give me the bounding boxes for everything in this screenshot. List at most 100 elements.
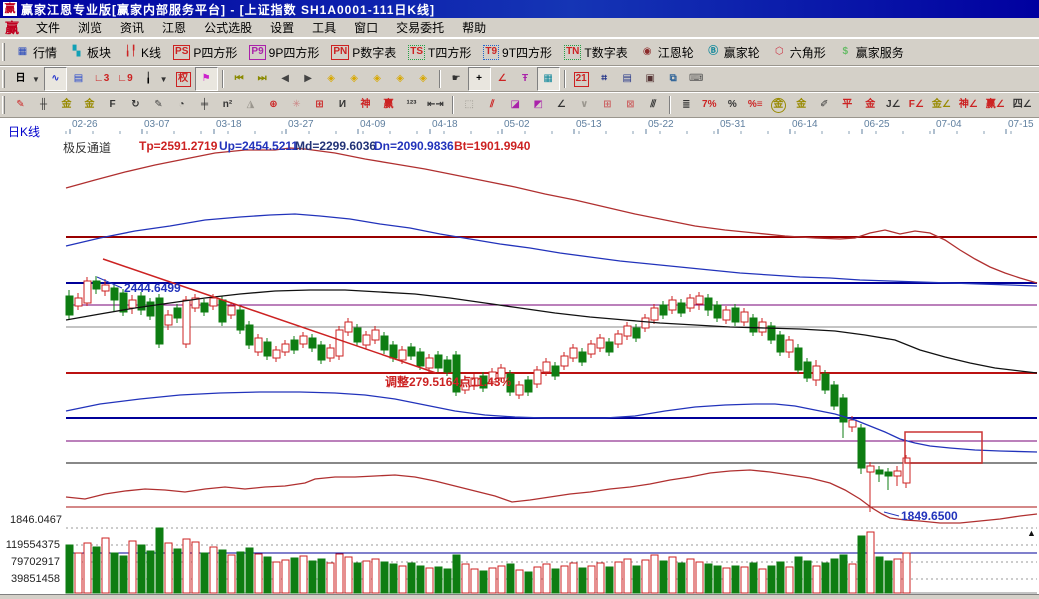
tool-win-gate-button[interactable]: 赢 <box>377 93 400 117</box>
tool-candle-style-button[interactable]: ╽▼ <box>137 67 172 91</box>
tool-gold-lines-button[interactable]: 金 <box>790 93 813 117</box>
tool-crosshair-tool-button[interactable]: + <box>468 67 491 91</box>
tool-volume-flag-button[interactable]: ⚑ <box>195 67 218 91</box>
tool-first-page-button[interactable]: ⏮ <box>228 67 251 91</box>
menu-item-news[interactable]: 资讯 <box>111 17 153 38</box>
tool-pen-button[interactable]: ✎ <box>9 93 32 117</box>
toolbar-grip[interactable] <box>2 70 5 88</box>
tool-t-measure-button[interactable]: Ŧ <box>514 67 537 91</box>
tool-shen-gate-button[interactable]: 神 <box>354 93 377 117</box>
toolbar-button-winner-service[interactable]: $赢家服务 <box>832 40 910 64</box>
tool-step-chart-3-button[interactable]: ∟3 <box>90 67 113 91</box>
tool-grid-box-button[interactable]: ⊞ <box>596 93 619 117</box>
tool-target-circle-button[interactable]: ⊕ <box>262 93 285 117</box>
tool-win-angle-button[interactable]: 赢∠ <box>982 93 1009 117</box>
toolbar-button-t-square[interactable]: TST四方形 <box>402 40 477 64</box>
tool-gold-underline-button[interactable]: 金 <box>859 93 882 117</box>
tool-list-tool-button[interactable]: ≣ <box>675 93 698 117</box>
tool-next-bar-button[interactable]: ▶ <box>297 67 320 91</box>
tool-save-button[interactable]: ▣ <box>639 67 662 91</box>
toolbar-grip[interactable] <box>2 96 5 114</box>
tool-step-chart-9-button[interactable]: ∟9 <box>113 67 136 91</box>
tool-gold-angle-button[interactable]: 金∠ <box>928 93 955 117</box>
toolbar-button-sectors[interactable]: ▚板块 <box>63 40 117 64</box>
kline-chart[interactable]: 02-2603-0703-1803-2704-0904-1805-0205-13… <box>0 118 1039 594</box>
tool-resistance-mark-button[interactable]: И <box>331 93 354 117</box>
tool-shen-angle-button[interactable]: 神∠ <box>955 93 982 117</box>
tool-last-page-button[interactable]: ⏭ <box>251 67 274 91</box>
chart-annotation[interactable]: 调整279.5164点11.43% <box>385 374 511 389</box>
indicator-name-label[interactable]: 极反通道 <box>63 139 111 156</box>
tool-spiral-button[interactable]: ↻ <box>124 93 147 117</box>
tool-angle-lines-button[interactable]: ∠ <box>550 93 573 117</box>
tool-shift-left-button[interactable]: ◈ <box>320 67 343 91</box>
tool-zoom-reset-button[interactable]: ◈ <box>412 67 435 91</box>
tool-notes-button[interactable]: ▤ <box>616 67 639 91</box>
menu-item-file[interactable]: 文件 <box>27 17 69 38</box>
menu-item-browse[interactable]: 浏览 <box>69 17 111 38</box>
toolbar-button-quotes[interactable]: ▦行情 <box>9 40 63 64</box>
tool-spider-web-button[interactable]: ✳ <box>285 93 308 117</box>
tool-restore-rights-button[interactable]: 权 <box>172 67 195 91</box>
tool-info-doc-button[interactable]: ▤ <box>67 67 90 91</box>
tool-fan-box-button[interactable]: ◪ <box>504 93 527 117</box>
tool-circle-thirds-button[interactable]: ◔ <box>170 93 193 117</box>
tool-ruler-123-button[interactable]: ¹²³ <box>400 93 423 117</box>
tool-fan-box-2-button[interactable]: ◩ <box>527 93 550 117</box>
tool-f-gate-button[interactable]: F <box>101 93 124 117</box>
title-bar[interactable]: 赢 赢家江恩专业版[赢家内部服务平台] - [上证指数 SH1A0001-111… <box>0 0 1039 18</box>
tool-gold-gate-1-button[interactable]: 金 <box>55 93 78 117</box>
menu-item-gann[interactable]: 江恩 <box>153 17 195 38</box>
scroll-marker-icon[interactable]: ▲ <box>1027 528 1036 538</box>
tool-network-button[interactable]: ⧉ <box>662 67 685 91</box>
chart-annotation[interactable]: 2444.6499 <box>124 281 181 295</box>
tool-v-lines-button[interactable]: ∨ <box>573 93 596 117</box>
toolbar-button-p-digit-table[interactable]: PNP数字表 <box>325 40 402 64</box>
menu-item-settings[interactable]: 设置 <box>261 17 303 38</box>
tool-gold-gate-2-button[interactable]: 金 <box>78 93 101 117</box>
tool-zoom-out-button[interactable]: ◈ <box>366 67 389 91</box>
toolbar-button-t-digit-table[interactable]: TNT数字表 <box>558 40 634 64</box>
menu-item-window[interactable]: 窗口 <box>345 17 387 38</box>
menu-item-help[interactable]: 帮助 <box>453 17 495 38</box>
tool-prev-bar-button[interactable]: ◀ <box>274 67 297 91</box>
tool-calculator-button[interactable]: ⌗ <box>593 67 616 91</box>
tool-angle-measure-button[interactable]: ∠ <box>491 67 514 91</box>
toolbar-button-p-square[interactable]: PSP四方形 <box>167 40 243 64</box>
tool-f-angle-button[interactable]: F∠ <box>905 93 928 117</box>
tool-box-select-button[interactable]: ⬚ <box>458 93 481 117</box>
tool-parallel-lines-button[interactable]: ⫻ <box>642 93 665 117</box>
tool-pen-candle-button[interactable]: ✐ <box>813 93 836 117</box>
tool-grid-box-2-button[interactable]: ⊠ <box>619 93 642 117</box>
tool-shift-right-button[interactable]: ◈ <box>343 67 366 91</box>
chart-area[interactable]: 02-2603-0703-1803-2704-0904-1805-0205-13… <box>0 118 1039 594</box>
toolbar-button-winner-wheel[interactable]: Ⓑ赢家轮 <box>700 40 766 64</box>
tool-span-measure-button[interactable]: ⇤⇥ <box>423 93 448 117</box>
toolbar-button-9p-square[interactable]: P99P四方形 <box>243 40 325 64</box>
tool-percent-button[interactable]: % <box>721 93 744 117</box>
tool-n-square-button[interactable]: n² <box>216 93 239 117</box>
tool-gann-lines-button[interactable]: ╫ <box>32 93 55 117</box>
toolbar-button-gann-wheel[interactable]: ◉江恩轮 <box>634 40 700 64</box>
tool-hand-tool-button[interactable]: ☛ <box>445 67 468 91</box>
tool-web-box-button[interactable]: ⊞ <box>308 93 331 117</box>
tool-remote-pc-button[interactable]: ⌨ <box>685 67 708 91</box>
toolbar-button-9t-square[interactable]: T99T四方形 <box>477 40 558 64</box>
tool-j-angle-button[interactable]: J∠ <box>882 93 905 117</box>
tool-period-day-button[interactable]: 日▼ <box>9 67 44 91</box>
tool-gold-circle-button[interactable]: 金 <box>767 93 790 117</box>
toolbar-button-hexagon[interactable]: ⬡六角形 <box>766 40 832 64</box>
toolbar-button-kline[interactable]: ╽╿K线 <box>117 40 167 64</box>
toolbar-grip[interactable] <box>2 43 5 61</box>
tool-hash-lines-button[interactable]: ╪ <box>193 93 216 117</box>
menu-item-formula-stock-pick[interactable]: 公式选股 <box>195 17 261 38</box>
menu-item-trade-order[interactable]: 交易委托 <box>387 17 453 38</box>
chart-annotation[interactable]: 1849.6500 <box>901 509 958 523</box>
menu-item-tools[interactable]: 工具 <box>303 17 345 38</box>
tool-pen-measure-button[interactable]: ✎ <box>147 93 170 117</box>
tool-chart-layout-button[interactable]: ∿ <box>44 67 67 91</box>
tool-zoom-in-button[interactable]: ◈ <box>389 67 412 91</box>
tool-angle-ruler-button[interactable]: ◮ <box>239 93 262 117</box>
tool-calendar-button[interactable]: 21 <box>570 67 593 91</box>
tool-percent-lines-button[interactable]: %≡ <box>744 93 767 117</box>
